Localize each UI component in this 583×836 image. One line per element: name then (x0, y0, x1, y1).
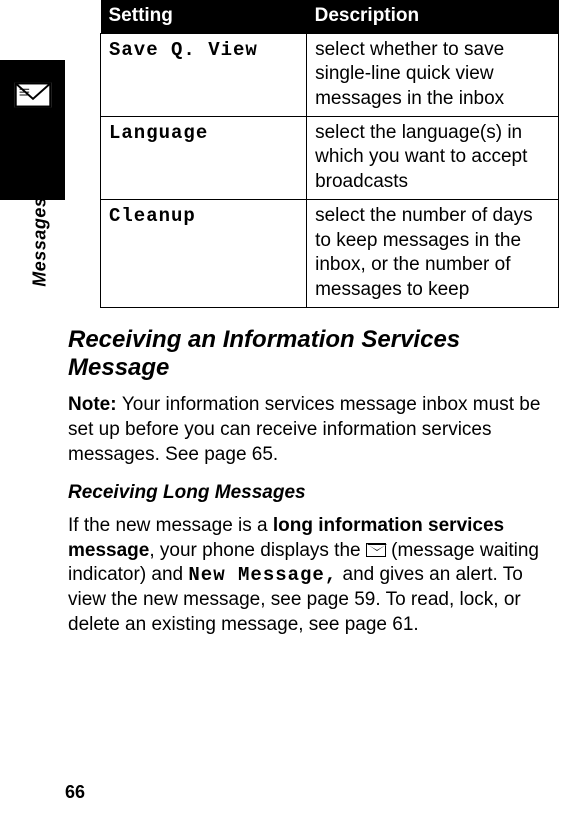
page-number: 66 (65, 781, 85, 804)
desc-cell: select the language(s) in which you want… (307, 116, 559, 199)
long-message-paragraph: If the new message is a long information… (68, 514, 559, 637)
settings-table: Setting Description Save Q. View select … (100, 0, 559, 308)
section-side-label: Messages (28, 217, 51, 287)
envelope-icon (366, 543, 386, 557)
note-paragraph: Note: Your information services message … (68, 393, 559, 467)
note-text: Your information services message inbox … (68, 394, 540, 464)
new-message-string: New Message, (188, 564, 337, 586)
subsection-heading: Receiving Long Messages (68, 481, 559, 506)
header-setting: Setting (101, 0, 307, 33)
messages-envelope-icon (10, 72, 56, 118)
setting-cell: Cleanup (101, 199, 307, 307)
desc-cell: select whether to save single-line quick… (307, 33, 559, 116)
header-description: Description (307, 0, 559, 33)
section-heading: Receiving an Information Services Messag… (68, 326, 559, 384)
table-row: Language select the language(s) in which… (101, 116, 559, 199)
table-row: Save Q. View select whether to save sing… (101, 33, 559, 116)
desc-cell: select the number of days to keep messag… (307, 199, 559, 307)
para-text: If the new message is a (68, 515, 273, 536)
setting-cell: Save Q. View (101, 33, 307, 116)
note-label: Note: (68, 394, 122, 415)
table-row: Cleanup select the number of days to kee… (101, 199, 559, 307)
setting-cell: Language (101, 116, 307, 199)
side-tab (0, 60, 65, 200)
para-text: , your phone displays the (149, 540, 366, 561)
